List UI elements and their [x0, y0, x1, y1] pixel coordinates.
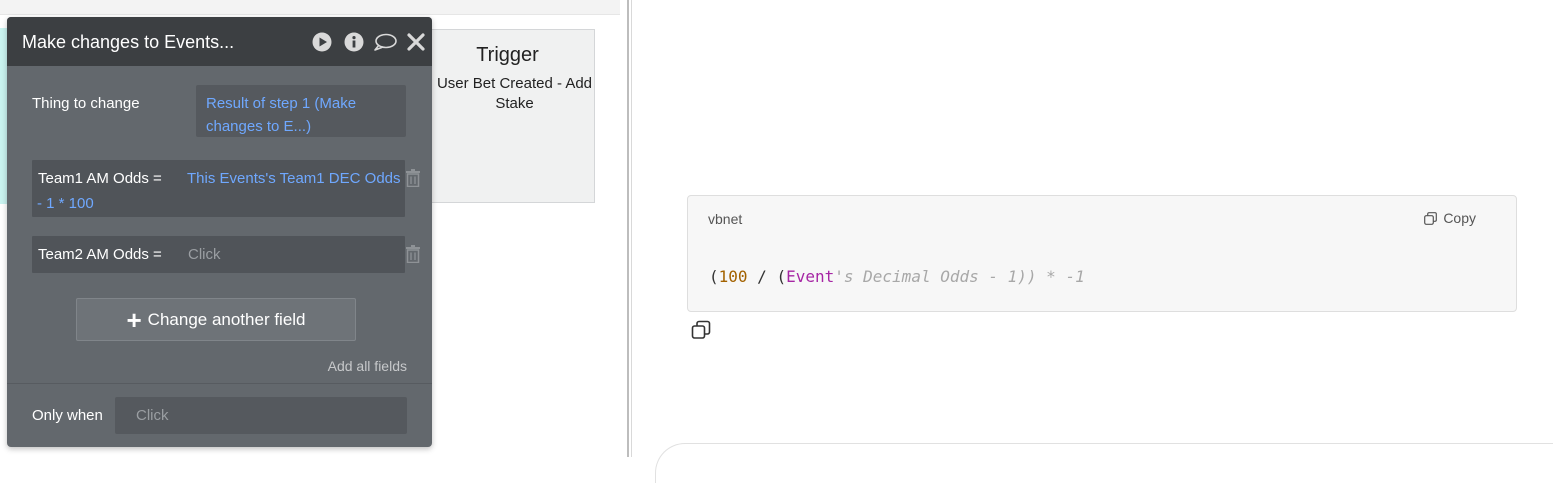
only-when-label: Only when — [32, 407, 103, 424]
add-all-fields-link[interactable]: Add all fields — [328, 358, 407, 374]
trigger-card[interactable]: Trigger User Bet Created - Add Stake — [420, 29, 595, 203]
copy-label: Copy — [1443, 210, 1476, 226]
copy-message-icon[interactable] — [691, 320, 711, 340]
field-value-team1-line1[interactable]: This Events's Team1 DEC Odds — [187, 170, 401, 187]
thing-to-change-value: Result of step 1 (Make changes to E...) — [206, 95, 357, 135]
thing-to-change-label: Thing to change — [32, 95, 140, 112]
editor-header: Make changes to Events... — [7, 17, 432, 66]
play-icon[interactable] — [312, 32, 332, 52]
field-label-team2: Team2 AM Odds = — [38, 246, 162, 263]
trash-icon[interactable] — [405, 245, 421, 263]
comment-icon[interactable] — [373, 32, 397, 52]
code-token-string: 's Decimal Odds - 1)) * -1 — [834, 267, 1085, 286]
code-token-operator: / ( — [747, 267, 787, 286]
editor-canvas: Trigger User Bet Created - Add Stake Mak… — [0, 0, 620, 457]
field-label-team1: Team1 AM Odds = — [38, 170, 162, 187]
make-changes-editor: Make changes to Events... Thing to chang… — [7, 17, 432, 447]
trash-icon[interactable] — [405, 169, 421, 187]
field-row-team2[interactable]: Team2 AM Odds = Click — [32, 236, 405, 273]
close-icon[interactable] — [407, 32, 425, 52]
code-line: (100 / (Event's Decimal Odds - 1)) * -1 — [709, 267, 1085, 286]
editor-title: Make changes to Events... — [22, 32, 235, 52]
code-token-paren: ( — [709, 267, 719, 286]
trigger-subtitle: User Bet Created - Add Stake — [436, 75, 593, 112]
code-token-number: 100 — [718, 267, 748, 286]
pane-divider-edge — [631, 0, 632, 457]
editor-divider — [7, 383, 432, 384]
code-block: vbnet Copy (100 / (Event's Decimal Odds … — [687, 195, 1517, 312]
field-row-team1[interactable]: Team1 AM Odds = This Events's Team1 DEC … — [32, 160, 405, 217]
code-token-keyword: Event — [786, 267, 835, 286]
only-when-field[interactable]: Click — [115, 397, 407, 434]
trigger-title: Trigger — [476, 44, 539, 66]
info-icon[interactable] — [344, 32, 364, 52]
field-value-team1-line2[interactable]: - 1 * 100 — [37, 195, 94, 212]
message-input-edge — [655, 443, 1553, 483]
code-language-label: vbnet — [708, 211, 743, 227]
field-value-team2[interactable]: Click — [188, 246, 221, 263]
pane-divider[interactable] — [627, 0, 629, 457]
thing-to-change-field[interactable]: Result of step 1 (Make changes to E...) — [196, 85, 406, 137]
only-when-placeholder: Click — [136, 407, 169, 424]
copy-icon — [1424, 211, 1438, 225]
change-another-field-button[interactable]: + Change another field — [76, 298, 356, 341]
plus-icon: + — [126, 304, 142, 335]
copy-code-button[interactable]: Copy — [1424, 210, 1476, 226]
change-another-field-label: Change another field — [147, 309, 306, 329]
canvas-top-strip — [0, 0, 620, 15]
